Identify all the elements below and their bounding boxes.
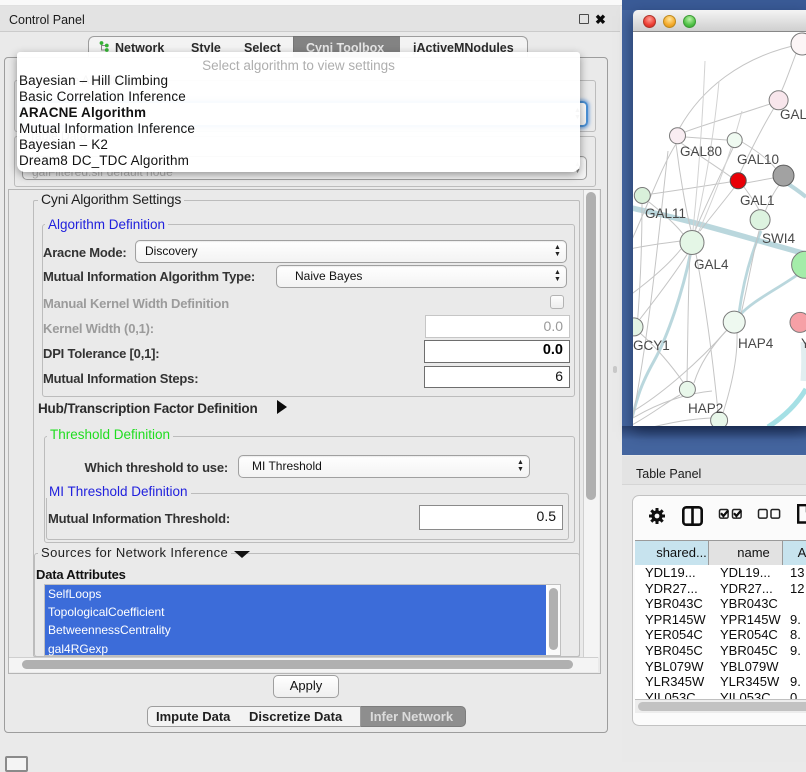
svg-text:Y: Y: [801, 336, 806, 351]
svg-text:GCY1: GCY1: [633, 338, 670, 353]
svg-text:HAP2: HAP2: [688, 401, 723, 416]
svg-text:GAL10: GAL10: [737, 152, 779, 167]
svg-text:GAL4: GAL4: [694, 257, 729, 272]
svg-text:GAL11: GAL11: [645, 206, 686, 221]
svg-text:SWI4: SWI4: [762, 231, 795, 246]
svg-text:GAL2: GAL2: [780, 107, 806, 122]
svg-text:GAL1: GAL1: [740, 193, 775, 208]
svg-text:HAP4: HAP4: [738, 336, 774, 351]
svg-text:GAL80: GAL80: [680, 144, 722, 159]
